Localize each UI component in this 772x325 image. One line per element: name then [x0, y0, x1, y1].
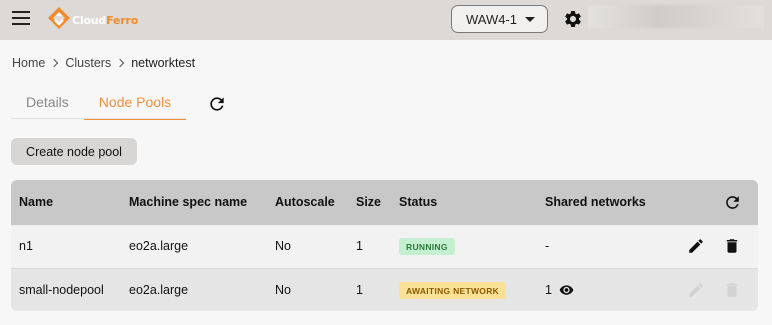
cell-size: 1 [356, 283, 363, 297]
column-header-machine-spec[interactable]: Machine spec name [129, 195, 247, 209]
table-row: small-nodepool eo2a.large No 1 AWAITING … [11, 269, 758, 311]
breadcrumb-home[interactable]: Home [12, 56, 45, 70]
refresh-icon[interactable] [207, 94, 227, 114]
refresh-icon[interactable] [723, 193, 742, 212]
cell-autoscale: No [275, 239, 291, 253]
cell-shared-networks: - [545, 239, 550, 253]
logo-wordmark: CloudFerro [72, 13, 139, 27]
cell-name: n1 [19, 239, 33, 253]
caret-down-icon [525, 17, 535, 22]
status-badge: RUNNING [399, 238, 455, 255]
column-header-autoscale[interactable]: Autoscale [275, 195, 335, 209]
chevron-right-icon [50, 58, 59, 68]
delete-trash-icon [726, 283, 738, 297]
node-pools-table: Name Machine spec name Autoscale Size St… [11, 180, 758, 311]
edit-pencil-icon [689, 283, 703, 297]
gear-icon[interactable] [563, 9, 583, 29]
cell-autoscale: No [275, 283, 291, 297]
chevron-right-icon [115, 58, 125, 68]
region-select[interactable]: WAW4-1 [451, 5, 548, 33]
region-select-value: WAW4-1 [466, 11, 518, 27]
column-header-name[interactable]: Name [19, 195, 53, 209]
delete-trash-icon[interactable] [723, 237, 741, 255]
table-header: Name Machine spec name Autoscale Size St… [11, 180, 758, 225]
eye-icon[interactable] [559, 284, 574, 296]
tab-details[interactable]: Details [11, 84, 84, 119]
top-bar: CloudFerro WAW4-1 [0, 0, 772, 40]
column-header-status[interactable]: Status [399, 195, 437, 209]
hamburger-menu-icon[interactable] [12, 11, 30, 27]
breadcrumb-current: networktest [131, 56, 196, 70]
cell-name: small-nodepool [19, 283, 104, 297]
create-node-pool-button[interactable]: Create node pool [11, 138, 137, 165]
logo-mark-icon [48, 7, 70, 29]
table-row: n1 eo2a.large No 1 RUNNING - [11, 225, 758, 268]
column-header-size[interactable]: Size [356, 195, 381, 209]
cell-size: 1 [356, 239, 363, 253]
user-account-area[interactable] [588, 5, 764, 28]
tab-bar: Details Node Pools [11, 84, 187, 120]
status-badge: AWAITING NETWORK [399, 282, 507, 299]
cell-machine-spec: eo2a.large [129, 239, 189, 253]
edit-pencil-icon[interactable] [687, 237, 705, 255]
column-header-shared-networks[interactable]: Shared networks [545, 195, 646, 209]
cell-shared-networks: 1 [545, 283, 552, 297]
breadcrumb-clusters[interactable]: Clusters [65, 56, 111, 70]
breadcrumb: Home Clusters networktest [12, 56, 195, 70]
cloudferro-logo[interactable]: CloudFerro [47, 5, 138, 35]
cell-machine-spec: eo2a.large [129, 283, 189, 297]
tab-node-pools[interactable]: Node Pools [83, 84, 187, 120]
